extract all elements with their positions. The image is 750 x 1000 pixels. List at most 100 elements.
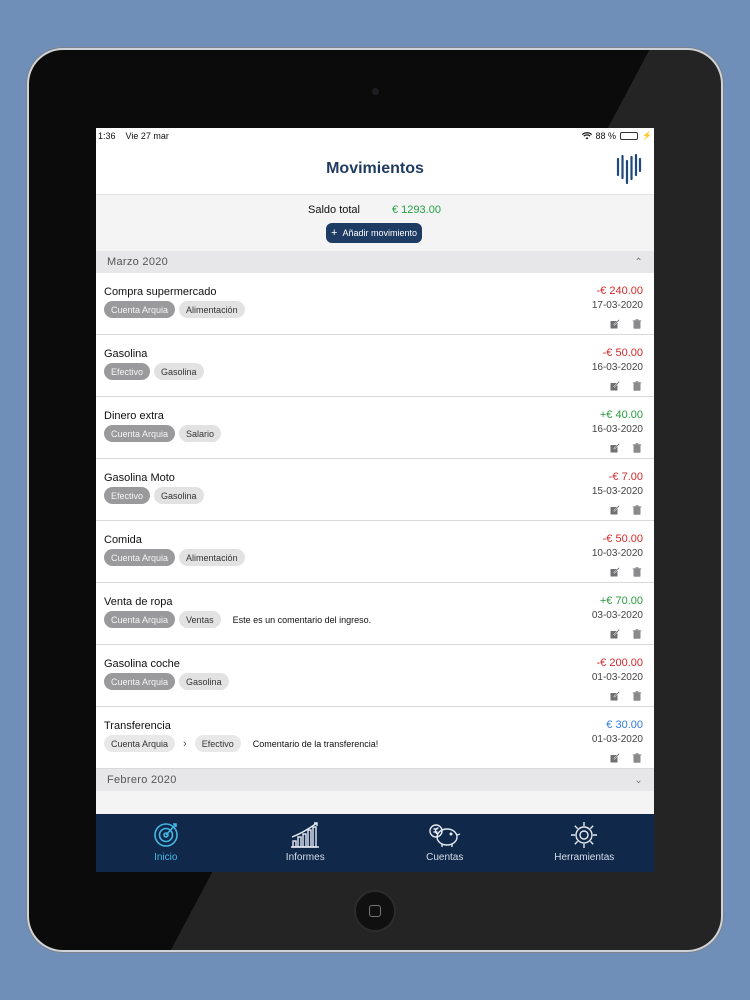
movement-amount: +€ 70.00 [599, 595, 643, 607]
movement-actions [610, 381, 642, 391]
movement-actions [610, 691, 642, 701]
section-header-february[interactable]: Febrero 2020 ⌄ [96, 769, 654, 791]
movement-actions [610, 629, 642, 639]
piggy-bank-icon [429, 824, 460, 847]
movement-amount: -€ 50.00 [602, 533, 643, 545]
movement-tags: Cuenta Arquia Alimentación [104, 549, 245, 566]
status-bar: 1:36 Vie 27 mar 88 % ⚡ [96, 128, 654, 143]
account-tag: Cuenta Arquia [104, 301, 176, 318]
movement-row[interactable]: Comida Cuenta Arquia Alimentación -€ 50.0… [96, 521, 654, 583]
movement-row[interactable]: Venta de ropa Cuenta Arquia Ventas Este es… [96, 583, 654, 645]
charging-icon: ⚡ [642, 131, 652, 140]
movement-date: 17-03-2020 [591, 300, 643, 311]
category-tag: Gasolina [154, 363, 204, 380]
balance-summary: Saldo total € 1293.00 + Añadir movimient… [96, 195, 654, 251]
movement-tags: Efectivo Gasolina [104, 487, 204, 504]
gear-icon [571, 822, 598, 848]
add-movement-label: Añadir movimiento [342, 228, 417, 238]
transfer-arrow-icon: › [183, 737, 187, 750]
movement-row[interactable]: Transferencia Cuenta Arquia › Efectivo Come… [96, 707, 654, 769]
movement-tags: Cuenta Arquia Salario [104, 425, 222, 442]
movement-date: 03-03-2020 [591, 610, 643, 621]
trash-icon[interactable] [632, 443, 642, 453]
edit-icon[interactable] [610, 567, 620, 577]
add-movement-button[interactable]: + Añadir movimiento [326, 223, 422, 243]
movement-date: 16-03-2020 [591, 362, 643, 373]
movement-amount: -€ 240.00 [596, 285, 643, 297]
tab-bar: Inicio Informes Cuentas Herramientas [96, 814, 654, 872]
tab-label: Informes [285, 852, 325, 863]
movement-actions [610, 753, 642, 763]
movement-tags: Cuenta Arquia Gasolina [104, 673, 229, 690]
movement-actions [610, 567, 642, 577]
movement-title: Gasolina Moto [104, 472, 175, 484]
trash-icon[interactable] [632, 629, 642, 639]
movement-tags: Cuenta Arquia Alimentación [104, 301, 245, 318]
movement-date: 10-03-2020 [591, 548, 643, 559]
trash-icon[interactable] [632, 691, 642, 701]
movement-tags: Cuenta Arquia › Efectivo Comentario de la t… [104, 735, 378, 752]
tab-inicio[interactable]: Inicio [96, 814, 236, 872]
movement-title: Gasolina [104, 348, 148, 360]
account-tag: Cuenta Arquia [104, 673, 176, 690]
edit-icon[interactable] [610, 381, 620, 391]
movement-title: Dinero extra [104, 410, 164, 422]
tab-herramientas[interactable]: Herramientas [515, 814, 655, 872]
movement-date: 01-03-2020 [591, 734, 643, 745]
category-tag: Alimentación [179, 549, 245, 566]
movement-actions [610, 319, 642, 329]
section-label: Marzo 2020 [107, 256, 169, 268]
tab-label: Herramientas [554, 852, 615, 863]
trash-icon[interactable] [632, 505, 642, 515]
edit-icon[interactable] [610, 629, 620, 639]
movement-comment: Este es un comentario del ingreso. [232, 614, 372, 625]
home-button[interactable] [354, 890, 396, 932]
edit-icon[interactable] [610, 505, 620, 515]
movement-amount: +€ 40.00 [599, 409, 643, 421]
chevron-up-icon[interactable]: ⌃ [634, 257, 643, 268]
movement-amount: -€ 7.00 [608, 471, 643, 483]
category-tag: Gasolina [154, 487, 204, 504]
section-label: Febrero 2020 [107, 774, 177, 786]
account-tag: Cuenta Arquia [104, 611, 176, 628]
tab-cuentas[interactable]: Cuentas [375, 814, 515, 872]
balance-value: € 1293.00 [392, 204, 441, 216]
movement-date: 16-03-2020 [591, 424, 643, 435]
category-tag: Salario [179, 425, 222, 442]
movement-row[interactable]: Dinero extra Cuenta Arquia Salario +€ 40.… [96, 397, 654, 459]
movement-row[interactable]: Gasolina Moto Efectivo Gasolina -€ 7.00 1… [96, 459, 654, 521]
movement-actions [610, 505, 642, 515]
category-tag: Gasolina [179, 673, 229, 690]
movement-row[interactable]: Compra supermercado Cuenta Arquia Aliment… [96, 273, 654, 335]
balance-label: Saldo total [308, 204, 360, 216]
movement-title: Gasolina coche [104, 658, 180, 670]
app-screen: 1:36 Vie 27 mar 88 % ⚡ Movimientos Saldo… [96, 128, 654, 872]
trash-icon[interactable] [632, 753, 642, 763]
trash-icon[interactable] [632, 381, 642, 391]
movement-tags: Cuenta Arquia Ventas Este es un comentario… [104, 611, 371, 628]
nav-bar: Movimientos [96, 143, 654, 195]
trash-icon[interactable] [632, 567, 642, 577]
movement-amount: -€ 50.00 [602, 347, 643, 359]
status-date: Vie 27 mar [125, 130, 169, 141]
tab-label: Inicio [154, 852, 178, 863]
movement-list: Compra supermercado Cuenta Arquia Aliment… [96, 273, 654, 769]
app-logo-icon[interactable] [616, 153, 642, 185]
movement-row[interactable]: Gasolina Efectivo Gasolina -€ 50.00 16-03… [96, 335, 654, 397]
movement-title: Transferencia [104, 720, 171, 732]
trash-icon[interactable] [632, 319, 642, 329]
movement-comment: Comentario de la transferencia! [252, 738, 379, 749]
movement-row[interactable]: Gasolina coche Cuenta Arquia Gasolina -€ … [96, 645, 654, 707]
account-tag: Efectivo [104, 487, 151, 504]
edit-icon[interactable] [610, 443, 620, 453]
edit-icon[interactable] [610, 319, 620, 329]
edit-icon[interactable] [610, 753, 620, 763]
chevron-down-icon[interactable]: ⌄ [634, 775, 643, 786]
category-tag: Efectivo [194, 735, 241, 752]
wifi-icon [581, 131, 592, 139]
movement-title: Compra supermercado [104, 286, 217, 298]
section-header-march[interactable]: Marzo 2020 ⌃ [96, 251, 654, 273]
tab-informes[interactable]: Informes [236, 814, 376, 872]
edit-icon[interactable] [610, 691, 620, 701]
movement-actions [610, 443, 642, 453]
